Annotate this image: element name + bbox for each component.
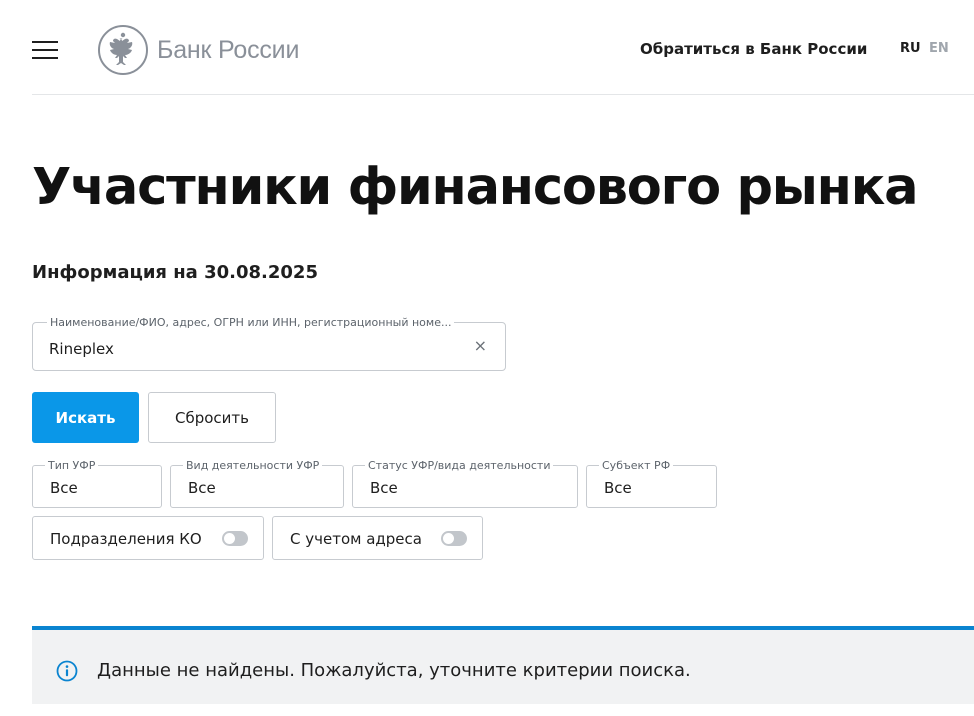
filter-region[interactable]: Субъект РФ Все	[586, 459, 717, 508]
filter-value: Все	[188, 479, 216, 497]
filter-ufr-type[interactable]: Тип УФР Все	[32, 459, 162, 508]
toggle-switch[interactable]	[441, 531, 467, 546]
contact-bank-link[interactable]: Обратиться в Банк России	[640, 40, 867, 58]
page-title: Участники финансового рынка	[32, 158, 919, 217]
filter-label: Вид деятельности УФР	[183, 459, 323, 472]
clear-icon[interactable]: ×	[474, 338, 487, 354]
filter-activity-type[interactable]: Вид деятельности УФР Все	[170, 459, 344, 508]
info-date-heading: Информация на 30.08.2025	[32, 262, 318, 283]
filter-label: Тип УФР	[45, 459, 99, 472]
info-icon	[56, 660, 78, 682]
reset-button[interactable]: Сбросить	[148, 392, 276, 443]
bank-logo[interactable]: Банк России	[97, 24, 299, 76]
emblem-icon	[98, 25, 148, 75]
menu-icon-line	[32, 49, 58, 51]
filter-value: Все	[50, 479, 78, 497]
search-field-label: Наименование/ФИО, адрес, ОГРН или ИНН, р…	[47, 316, 455, 329]
filter-value: Все	[604, 479, 632, 497]
filter-status[interactable]: Статус УФР/вида деятельности Все	[352, 459, 578, 508]
search-button[interactable]: Искать	[32, 392, 139, 443]
menu-icon-line	[32, 57, 58, 59]
toggle-knob	[443, 533, 454, 544]
toggle-switch[interactable]	[222, 531, 248, 546]
site-header: Банк России Обратиться в Банк России RU …	[0, 0, 974, 95]
menu-icon-line	[32, 41, 58, 43]
toggle-address[interactable]: С учетом адреса	[272, 516, 483, 560]
toggle-knob	[224, 533, 235, 544]
lang-ru-link[interactable]: RU	[900, 41, 921, 56]
toggle-branches[interactable]: Подразделения КО	[32, 516, 264, 560]
menu-icon[interactable]	[32, 40, 58, 60]
header-divider	[32, 94, 974, 95]
no-results-notice: Данные не найдены. Пожалуйста, уточните …	[32, 626, 974, 704]
search-input[interactable]	[49, 340, 449, 358]
toggle-label: С учетом адреса	[290, 530, 422, 548]
filter-value: Все	[370, 479, 398, 497]
logo-text: Банк России	[157, 35, 300, 64]
filter-label: Статус УФР/вида деятельности	[365, 459, 554, 472]
lang-en-link[interactable]: EN	[929, 41, 949, 56]
search-field[interactable]: Наименование/ФИО, адрес, ОГРН или ИНН, р…	[32, 316, 506, 371]
notice-text: Данные не найдены. Пожалуйста, уточните …	[97, 660, 691, 681]
toggle-label: Подразделения КО	[50, 530, 202, 548]
filter-label: Субъект РФ	[599, 459, 674, 472]
